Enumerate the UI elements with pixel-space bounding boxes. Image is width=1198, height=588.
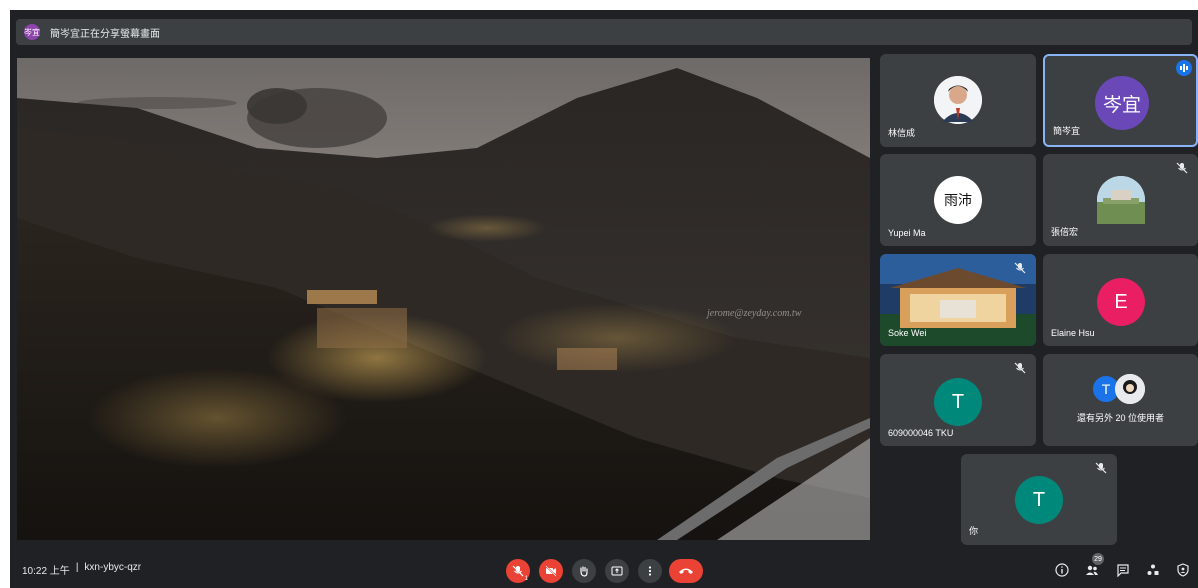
participant-avatar: T <box>1015 476 1063 524</box>
presenter-avatar: 岑宜 <box>24 24 40 40</box>
chat-icon <box>1117 564 1129 577</box>
more-participants-label: 還有另外 20 位使用者 <box>1076 413 1164 423</box>
microphone-toggle-button[interactable]: 1 <box>506 559 530 583</box>
meeting-info-separator: | <box>75 562 79 573</box>
participant-avatar: T <box>934 378 982 426</box>
shared-screen-image <box>17 58 870 540</box>
window-top-border <box>0 0 1198 10</box>
participant-name: 你 <box>969 526 979 536</box>
present-now-button[interactable] <box>605 559 629 583</box>
raise-hand-button[interactable] <box>572 559 596 583</box>
participant-tile[interactable]: E Elaine Hsu <box>1043 254 1198 346</box>
participant-name: Yupei Ma <box>888 228 926 238</box>
more-participants-tile[interactable]: T 還有另外 20 位使用者 <box>1043 354 1198 446</box>
participant-name: 張倍宏 <box>1051 227 1079 237</box>
participant-photo <box>1115 374 1145 404</box>
presentation-banner-text: 簡岑宜正在分享螢幕畫面 <box>50 28 160 40</box>
participant-name: 林信成 <box>888 128 916 138</box>
meeting-time: 10:22 上午 <box>22 566 70 577</box>
mic-off-icon <box>1176 162 1188 174</box>
more-options-button[interactable] <box>638 559 662 583</box>
present-screen-icon <box>611 566 623 576</box>
shared-screen: jerome@zeyday.com.tw <box>17 58 870 540</box>
leave-call-button[interactable] <box>669 559 703 583</box>
mic-off-icon <box>1014 362 1026 374</box>
host-controls-button[interactable] <box>1175 562 1191 578</box>
meeting-code: kxn-ybyc-qzr <box>84 562 142 573</box>
chat-button[interactable] <box>1115 562 1131 578</box>
participant-tile[interactable]: T 609000046 TKU <box>880 354 1036 446</box>
camera-off-icon <box>545 565 557 577</box>
info-icon <box>1055 563 1069 577</box>
hand-icon <box>580 566 588 577</box>
participant-photo <box>1097 176 1145 224</box>
end-call-icon <box>679 568 693 574</box>
participant-tile[interactable]: 林信成 <box>880 54 1036 147</box>
participant-name: Soke Wei <box>888 328 927 338</box>
shield-icon <box>1177 563 1189 577</box>
participant-avatar: 雨沛 <box>934 176 982 224</box>
camera-toggle-button[interactable] <box>539 559 563 583</box>
meeting-details-button[interactable] <box>1054 562 1070 578</box>
window-left-border <box>0 0 10 588</box>
participant-tile[interactable]: 張倍宏 <box>1043 154 1198 246</box>
participant-tile[interactable]: Soke Wei <box>880 254 1036 346</box>
participant-name: Elaine Hsu <box>1051 328 1095 338</box>
participant-avatar: E <box>1097 278 1145 326</box>
participant-avatar: 岑宜 <box>1095 76 1149 130</box>
participant-photo <box>934 76 982 124</box>
presentation-banner: 岑宜 簡岑宜正在分享螢幕畫面 <box>16 19 1192 45</box>
participant-name: 簡岑宜 <box>1053 126 1081 136</box>
people-count-badge: 29 <box>1092 553 1104 565</box>
mic-off-icon <box>1095 462 1107 474</box>
participant-tile[interactable]: 雨沛 Yupei Ma <box>880 154 1036 246</box>
activities-button[interactable] <box>1145 562 1161 578</box>
self-view-tile[interactable]: T 你 <box>961 454 1117 545</box>
meeting-control-bar: 10:22 上午 | kxn-ybyc-qzr 1 29 <box>0 548 1198 588</box>
participant-tile-active-speaker[interactable]: 岑宜 簡岑宜 <box>1043 54 1198 147</box>
photo-watermark: jerome@zeyday.com.tw <box>707 308 802 319</box>
people-icon <box>1086 565 1098 575</box>
mic-off-icon <box>1014 262 1026 274</box>
speaking-indicator-icon <box>1176 60 1192 76</box>
activities-icon <box>1147 564 1159 575</box>
more-vert-icon <box>648 566 652 576</box>
mic-off-icon <box>512 565 524 577</box>
participant-name: 609000046 TKU <box>888 428 954 438</box>
microphone-badge: 1 <box>524 576 528 582</box>
meeting-details: 10:22 上午 | kxn-ybyc-qzr <box>22 562 141 577</box>
